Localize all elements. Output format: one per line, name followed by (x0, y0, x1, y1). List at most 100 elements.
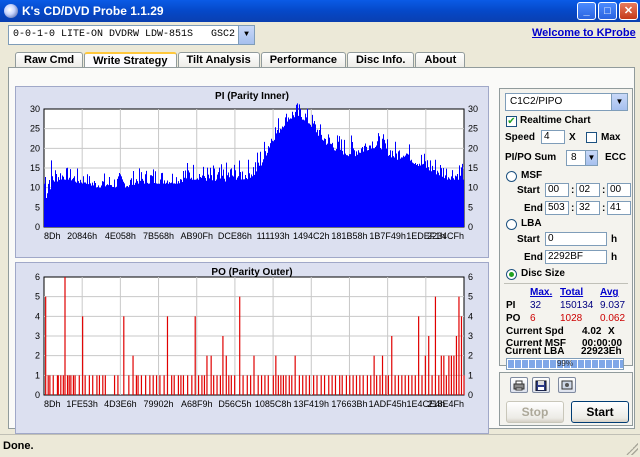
stats-avg-header[interactable]: Avg (600, 287, 619, 298)
app-disc-icon (4, 4, 18, 18)
y-tick-label-right: 1 (468, 370, 473, 380)
speed-label: Speed (505, 132, 536, 143)
stats-max-header[interactable]: Max. (530, 287, 552, 298)
settings-panel: C1C2/PIPO ▼ ✔ Realtime Chart Speed 4 X M… (499, 88, 633, 366)
x-tick-label: 8Dh (44, 399, 61, 409)
tab-performance[interactable]: Performance (260, 52, 346, 68)
printer-icon (513, 380, 525, 391)
pi-max: 32 (530, 300, 542, 311)
max-label: Max (601, 132, 621, 143)
progress-bar: 99% (506, 358, 624, 370)
y-tick-label-right: 15 (468, 163, 478, 173)
y-tick-label-left: 25 (30, 124, 40, 134)
chevron-down-icon[interactable]: ▼ (611, 94, 627, 110)
action-panel: Stop Start (499, 372, 633, 426)
tab-raw-cmd[interactable]: Raw Cmd (15, 52, 84, 68)
x-tick-label: DCE86h (218, 231, 252, 241)
save-button[interactable] (532, 377, 550, 393)
msf-start-min[interactable]: 00 (545, 183, 569, 197)
minimize-button[interactable]: _ (577, 2, 596, 20)
y-tick-label-right: 4 (468, 311, 473, 321)
msf-end-min[interactable]: 503 (545, 201, 569, 215)
x-tick-label: 7B568h (143, 231, 174, 241)
y-tick-label-left: 4 (35, 311, 40, 321)
x-tick-label: A68F9h (181, 399, 213, 409)
msf-end-sec[interactable]: 32 (576, 201, 600, 215)
chevron-down-icon[interactable]: ▼ (585, 151, 597, 165)
y-tick-label-left: 5 (35, 202, 40, 212)
lba-start-input[interactable]: 0 (545, 232, 607, 246)
ecc-label: ECC (605, 152, 627, 163)
colon-sep: : (602, 203, 606, 214)
colon-sep: : (571, 185, 575, 196)
x-tick-label: 1085C8h (255, 399, 292, 409)
x-tick-label: 218E4Fh (427, 399, 464, 409)
pi-chart: 0 0 5 5 10 10 15 15 20 20 25 25 30 30 8Dh 20846h 4E058h 7… (30, 103, 478, 241)
welcome-link[interactable]: Welcome to KProbe (532, 27, 636, 39)
y-tick-label-left: 6 (35, 272, 40, 282)
lba-radio[interactable] (506, 219, 517, 230)
tab-about[interactable]: About (415, 52, 466, 68)
screenshot-button[interactable] (558, 377, 576, 393)
start-button[interactable]: Start (571, 401, 629, 423)
y-tick-label-right: 30 (468, 104, 478, 114)
stop-button[interactable]: Stop (506, 401, 564, 423)
po-chart-frame: PO (Parity Outer) 0 0 1 1 2 2 3 3 4 4 5 5 6 6 8Dh 1FE53… (15, 262, 489, 434)
sum-select-value: 8 (571, 152, 577, 163)
x-tick-label: 20846h (67, 231, 97, 241)
mode-select[interactable]: C1C2/PIPO ▼ (505, 93, 628, 111)
realtime-checkbox[interactable]: ✔ (506, 116, 517, 127)
sum-label: PI/PO Sum (505, 152, 557, 163)
y-tick-label-left: 10 (30, 183, 40, 193)
y-tick-label-left: 0 (35, 390, 40, 400)
current-lba-value: 22923Eh (581, 346, 622, 357)
y-tick-label-right: 5 (468, 202, 473, 212)
tab-tilt-analysis[interactable]: Tilt Analysis (177, 52, 260, 68)
speed-input[interactable]: 4 (541, 130, 565, 144)
lba-end-input[interactable]: 2292BF (545, 250, 607, 264)
current-spd-value: 4.02 (582, 326, 602, 337)
y-tick-label-left: 3 (35, 331, 40, 341)
resize-grip-icon[interactable] (626, 443, 638, 455)
progress-text: 99% (556, 359, 573, 368)
max-checkbox[interactable] (586, 132, 597, 143)
speed-unit: X (569, 132, 576, 143)
y-tick-label-right: 6 (468, 272, 473, 282)
disc-size-radio[interactable] (506, 269, 517, 280)
x-tick-label: 1ADF45h (369, 399, 407, 409)
drive-select-value: 0-0-1-0 LITE-ON DVDRW LDW-851S GSC2 (13, 29, 236, 40)
y-tick-label-right: 0 (468, 390, 473, 400)
current-lba-label: Current LBA (505, 346, 565, 357)
maximize-button[interactable]: □ (598, 2, 617, 20)
x-tick-label: 4E058h (105, 231, 136, 241)
divider (504, 283, 628, 284)
msf-start-frame[interactable]: 00 (607, 183, 631, 197)
msf-label: MSF (521, 170, 543, 181)
sum-select[interactable]: 8 ▼ (566, 150, 598, 166)
msf-end-frame[interactable]: 41 (607, 201, 631, 215)
drive-select[interactable]: 0-0-1-0 LITE-ON DVDRW LDW-851S GSC2 ▼ (8, 25, 255, 45)
tab-panel: PI (Parity Inner) 0 0 5 5 10 10 15 15 20 20 25 25 30… (8, 67, 635, 434)
msf-radio[interactable] (506, 171, 517, 182)
colon-sep: : (571, 203, 575, 214)
tab-disc-info[interactable]: Disc Info. (346, 52, 415, 68)
status-bar: Done. (0, 434, 640, 457)
close-button[interactable]: ✕ (619, 2, 638, 20)
y-tick-label-left: 5 (35, 292, 40, 302)
po-total: 1028 (560, 313, 583, 324)
pi-total: 150134 (560, 300, 594, 311)
y-tick-label-right: 2 (468, 351, 473, 361)
print-button[interactable] (510, 377, 528, 393)
x-tick-label: AB90Fh (180, 231, 213, 241)
chevron-down-icon[interactable]: ▼ (238, 26, 254, 44)
msf-start-sec[interactable]: 02 (576, 183, 600, 197)
y-tick-label-left: 20 (30, 143, 40, 153)
stats-total-header[interactable]: Total (560, 287, 583, 298)
y-tick-label-right: 20 (468, 143, 478, 153)
x-tick-label: 181B58h (331, 231, 367, 241)
po-avg: 0.062 (600, 313, 626, 324)
y-tick-label-left: 0 (35, 222, 40, 232)
x-tick-label: 1494C2h (293, 231, 330, 241)
x-tick-label: 13F419h (294, 399, 330, 409)
tab-strip: Raw Cmd Write Strategy Tilt Analysis Per… (15, 52, 466, 69)
